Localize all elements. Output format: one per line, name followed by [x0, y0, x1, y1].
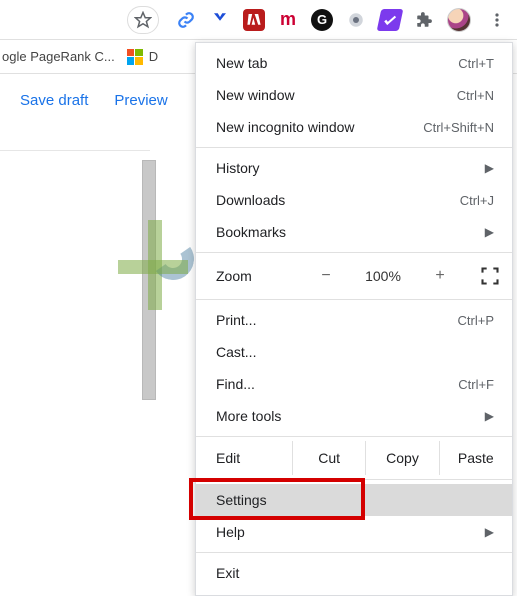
bookmark-label: ogle PageRank C...: [2, 49, 115, 64]
menu-label: Cast...: [216, 344, 494, 360]
avatar[interactable]: [447, 8, 471, 32]
content-area: [0, 150, 150, 530]
menu-separator: [196, 299, 512, 300]
menu-item-print[interactable]: Print... Ctrl+P: [196, 304, 512, 336]
chevron-right-icon: ▶: [485, 409, 494, 423]
menu-icon[interactable]: [483, 6, 511, 34]
menu-item-new-incognito[interactable]: New incognito window Ctrl+Shift+N: [196, 111, 512, 143]
menu-item-find[interactable]: Find... Ctrl+F: [196, 368, 512, 400]
edit-copy-button[interactable]: Copy: [365, 441, 438, 475]
menu-label: Bookmarks: [216, 224, 485, 240]
circle-icon[interactable]: [345, 9, 367, 31]
bookmark-label: D: [149, 49, 158, 64]
chevron-right-icon: ▶: [485, 225, 494, 239]
menu-label: New window: [216, 87, 457, 103]
bookmark-item-ms[interactable]: D: [127, 49, 158, 65]
menu-label: New tab: [216, 55, 458, 71]
zoom-value: 100%: [358, 268, 408, 284]
menu-item-help[interactable]: Help ▶: [196, 516, 512, 548]
menu-item-history[interactable]: History ▶: [196, 152, 512, 184]
scrollbar-thumb[interactable]: [142, 160, 156, 400]
menu-item-exit[interactable]: Exit: [196, 557, 512, 589]
menu-shortcut: Ctrl+F: [458, 377, 494, 392]
menu-label: Downloads: [216, 192, 460, 208]
microsoft-icon: [127, 49, 143, 65]
chevron-right-icon: ▶: [485, 161, 494, 175]
zoom-in-button[interactable]: +: [430, 267, 450, 285]
menu-label: Find...: [216, 376, 458, 392]
menu-separator: [196, 479, 512, 480]
menu-shortcut: Ctrl+N: [457, 88, 494, 103]
menu-separator: [196, 552, 512, 553]
extensions-icon[interactable]: [413, 9, 435, 31]
grammarly-icon[interactable]: G: [311, 9, 333, 31]
menu-item-cast[interactable]: Cast...: [196, 336, 512, 368]
menu-label: Help: [216, 524, 485, 540]
chrome-menu: New tab Ctrl+T New window Ctrl+N New inc…: [195, 42, 513, 596]
menu-item-new-window[interactable]: New window Ctrl+N: [196, 79, 512, 111]
save-draft-link[interactable]: Save draft: [20, 92, 88, 109]
menu-separator: [196, 252, 512, 253]
browser-toolbar: m G: [0, 0, 517, 40]
menu-item-more-tools[interactable]: More tools ▶: [196, 400, 512, 432]
menu-label: New incognito window: [216, 119, 423, 135]
chevron-right-icon: ▶: [485, 525, 494, 539]
check-icon[interactable]: [377, 9, 404, 31]
menu-label: Edit: [196, 441, 292, 475]
menu-item-new-tab[interactable]: New tab Ctrl+T: [196, 47, 512, 79]
link-icon[interactable]: [175, 9, 197, 31]
menu-separator: [196, 147, 512, 148]
fullscreen-icon[interactable]: [480, 266, 500, 286]
star-icon[interactable]: [127, 6, 159, 34]
adobe-icon[interactable]: [243, 9, 265, 31]
menu-item-bookmarks[interactable]: Bookmarks ▶: [196, 216, 512, 248]
preview-link[interactable]: Preview: [114, 92, 167, 109]
menu-label: History: [216, 160, 485, 176]
menu-shortcut: Ctrl+Shift+N: [423, 120, 494, 135]
bookmark-item-pagerank[interactable]: ogle PageRank C...: [2, 49, 115, 64]
menu-separator: [196, 436, 512, 437]
menu-item-zoom: Zoom − 100% +: [196, 257, 512, 295]
edit-cut-button[interactable]: Cut: [292, 441, 365, 475]
menu-label: Zoom: [216, 268, 286, 284]
menu-item-edit-row: Edit Cut Copy Paste: [196, 441, 512, 475]
menu-item-settings[interactable]: Settings: [196, 484, 512, 516]
menu-label: Settings: [216, 492, 494, 508]
m-icon[interactable]: m: [277, 9, 299, 31]
y-icon[interactable]: [209, 9, 231, 31]
edit-paste-button[interactable]: Paste: [439, 441, 512, 475]
menu-item-downloads[interactable]: Downloads Ctrl+J: [196, 184, 512, 216]
menu-label: Exit: [216, 565, 494, 581]
menu-shortcut: Ctrl+P: [458, 313, 494, 328]
menu-label: Print...: [216, 312, 458, 328]
menu-shortcut: Ctrl+J: [460, 193, 494, 208]
menu-label: More tools: [216, 408, 485, 424]
zoom-out-button[interactable]: −: [316, 267, 336, 285]
menu-shortcut: Ctrl+T: [458, 56, 494, 71]
